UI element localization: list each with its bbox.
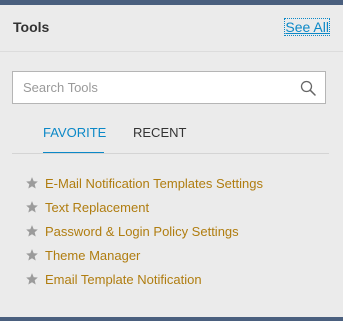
star-icon[interactable] (25, 248, 39, 262)
tabs-divider (12, 153, 329, 154)
star-icon[interactable] (25, 224, 39, 238)
search-input[interactable] (23, 72, 293, 103)
list-item[interactable]: Email Template Notification (25, 267, 263, 291)
see-all-link[interactable]: See All (284, 18, 330, 36)
search-icon[interactable] (300, 80, 316, 96)
tool-link[interactable]: Text Replacement (45, 200, 149, 215)
favorite-tools-list: E-Mail Notification Templates Settings T… (25, 171, 263, 291)
list-item[interactable]: Theme Manager (25, 243, 263, 267)
tool-link[interactable]: E-Mail Notification Templates Settings (45, 176, 263, 191)
panel-header: Tools See All (0, 5, 343, 51)
tab-favorite[interactable]: FAVORITE (43, 125, 106, 140)
star-icon[interactable] (25, 200, 39, 214)
bottom-frame-bar (0, 317, 343, 321)
list-item[interactable]: Password & Login Policy Settings (25, 219, 263, 243)
header-divider (0, 51, 343, 52)
tab-bar: FAVORITE RECENT (12, 119, 329, 155)
tab-recent[interactable]: RECENT (133, 125, 186, 140)
tool-link[interactable]: Email Template Notification (45, 272, 202, 287)
tool-link[interactable]: Theme Manager (45, 248, 140, 263)
tools-panel: Tools See All FAVORITE RECENT E-Mail Not… (0, 5, 343, 317)
panel-title: Tools (13, 19, 50, 35)
tool-link[interactable]: Password & Login Policy Settings (45, 224, 239, 239)
list-item[interactable]: Text Replacement (25, 195, 263, 219)
list-item[interactable]: E-Mail Notification Templates Settings (25, 171, 263, 195)
star-icon[interactable] (25, 272, 39, 286)
star-icon[interactable] (25, 176, 39, 190)
search-box[interactable] (12, 71, 326, 104)
